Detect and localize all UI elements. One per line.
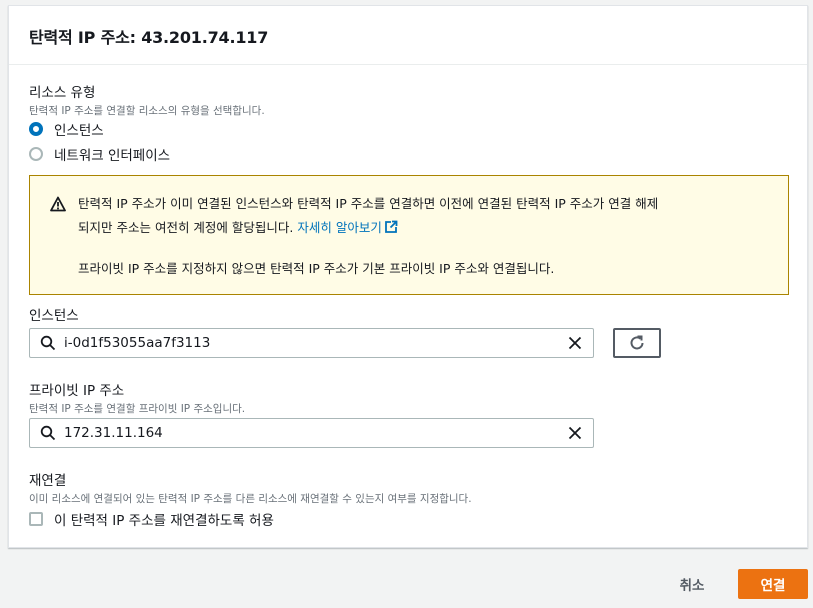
alert-text-line1: 탄력적 IP 주소가 이미 연결된 인스턴스와 탄력적 IP 주소를 연결하면 … bbox=[78, 196, 659, 211]
panel-body: 리소스 유형 탄력적 IP 주소를 연결할 리소스의 유형을 선택합니다. 인스… bbox=[9, 65, 807, 548]
radio-instance-label: 인스턴스 bbox=[54, 123, 104, 139]
warning-icon bbox=[50, 196, 66, 212]
alert-text-2: 프라이빗 IP 주소를 지정하지 않으면 탄력적 IP 주소가 기본 프라이빗 … bbox=[78, 261, 555, 276]
page-title: 탄력적 IP 주소: 43.201.74.117 bbox=[29, 28, 269, 47]
reassociate-checkbox-row[interactable]: 이 탄력적 IP 주소를 재연결하도록 허용 bbox=[29, 509, 274, 529]
external-link-icon bbox=[384, 220, 398, 233]
associate-button[interactable]: 연결 bbox=[738, 569, 808, 599]
warning-alert: 탄력적 IP 주소가 이미 연결된 인스턴스와 탄력적 IP 주소를 연결하면 … bbox=[29, 175, 789, 295]
private-ip-section: 프라이빗 IP 주소 탄력적 IP 주소를 연결할 프라이빗 IP 주소입니다. bbox=[29, 379, 245, 416]
instance-clear-button[interactable] bbox=[565, 333, 585, 353]
alert-text: 탄력적 IP 주소가 이미 연결된 인스턴스와 탄력적 IP 주소를 연결하면 … bbox=[78, 192, 770, 240]
reassociate-checkbox[interactable] bbox=[29, 512, 43, 526]
radio-network-interface-label: 네트워크 인터페이스 bbox=[54, 148, 171, 164]
clear-icon bbox=[568, 426, 582, 440]
panel-header: 탄력적 IP 주소: 43.201.74.117 bbox=[9, 6, 807, 65]
radio-option-instance[interactable]: 인스턴스 bbox=[29, 119, 104, 139]
resource-type-description: 탄력적 IP 주소를 연결할 리소스의 유형을 선택합니다. bbox=[29, 105, 265, 117]
refresh-icon bbox=[630, 335, 644, 350]
reassociate-label: 재연결 bbox=[29, 473, 67, 489]
private-ip-clear-button[interactable] bbox=[565, 423, 585, 443]
reassociate-checkbox-label: 이 탄력적 IP 주소를 재연결하도록 허용 bbox=[54, 513, 274, 529]
private-ip-description: 탄력적 IP 주소를 연결할 프라이빗 IP 주소입니다. bbox=[29, 403, 246, 415]
instance-search-field[interactable] bbox=[29, 328, 594, 358]
reassociate-section: 재연결 이미 리소스에 연결되어 있는 탄력적 IP 주소를 다른 리소스에 재… bbox=[29, 469, 472, 506]
instance-label: 인스턴스 bbox=[29, 308, 79, 324]
radio-option-network-interface[interactable]: 네트워크 인터페이스 bbox=[29, 144, 170, 164]
private-ip-search-field[interactable] bbox=[29, 418, 594, 448]
private-ip-label: 프라이빗 IP 주소 bbox=[29, 383, 125, 399]
radio-instance[interactable] bbox=[29, 122, 43, 136]
associate-eip-panel: 탄력적 IP 주소: 43.201.74.117 리소스 유형 탄력적 IP 주… bbox=[8, 5, 808, 548]
instance-search-input[interactable] bbox=[64, 335, 565, 351]
radio-network-interface[interactable] bbox=[29, 147, 43, 161]
alert-text-line2: 되지만 주소는 여전히 계정에 할당됩니다. bbox=[78, 220, 294, 235]
private-ip-input[interactable] bbox=[64, 425, 565, 441]
learn-more-link-label: 자세히 알아보기 bbox=[297, 220, 382, 235]
learn-more-link[interactable]: 자세히 알아보기 bbox=[297, 220, 398, 235]
search-icon bbox=[40, 425, 56, 441]
resource-type-section: 리소스 유형 탄력적 IP 주소를 연결할 리소스의 유형을 선택합니다. bbox=[29, 81, 265, 118]
reassociate-description: 이미 리소스에 연결되어 있는 탄력적 IP 주소를 다른 리소스에 재연결할 … bbox=[29, 493, 472, 505]
resource-type-label: 리소스 유형 bbox=[29, 85, 96, 101]
clear-icon bbox=[568, 336, 582, 350]
search-icon bbox=[40, 335, 56, 351]
cancel-button[interactable]: 취소 bbox=[666, 570, 718, 598]
refresh-button[interactable] bbox=[613, 328, 661, 358]
